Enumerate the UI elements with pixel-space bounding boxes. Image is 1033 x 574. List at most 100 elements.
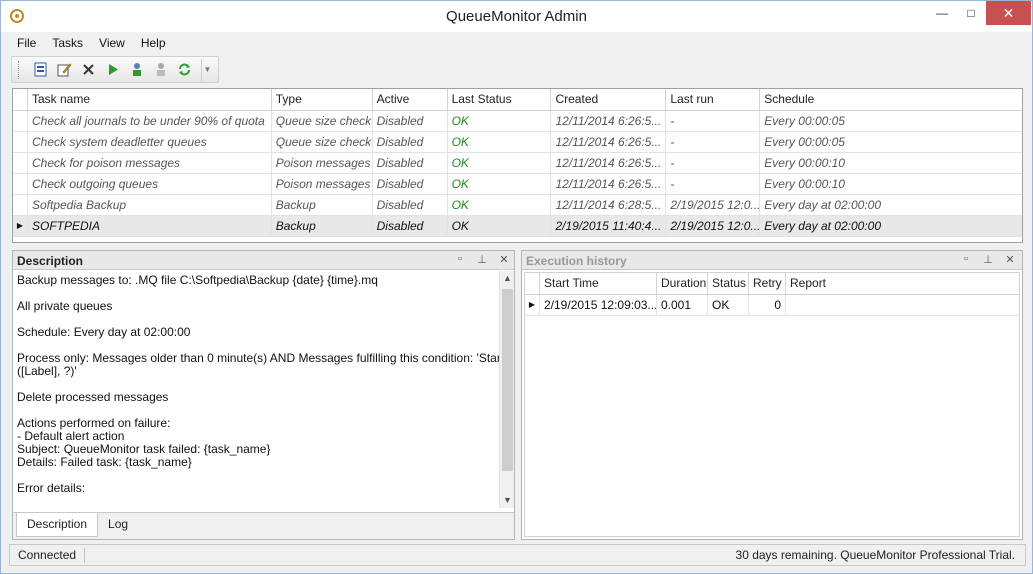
panel-close-button[interactable]: ✕: [497, 253, 511, 266]
description-text[interactable]: Backup messages to: .MQ file C:\Softpedi…: [13, 271, 499, 508]
scroll-thumb[interactable]: [502, 289, 513, 471]
row-indicator: [13, 174, 28, 194]
minimize-button[interactable]: —: [928, 1, 956, 25]
task-name-cell: Softpedia Backup: [28, 195, 272, 215]
task-created-cell: 12/11/2014 6:26:5...: [551, 111, 667, 131]
task-created-cell: 2/19/2015 11:40:4...: [551, 216, 667, 236]
task-name-cell: SOFTPEDIA: [28, 216, 272, 236]
column-header-task-name[interactable]: Task name: [28, 89, 272, 110]
scroll-up-icon[interactable]: ▲: [500, 271, 515, 286]
task-name-cell: Check all journals to be under 90% of qu…: [28, 111, 272, 131]
maximize-button[interactable]: □: [957, 1, 985, 25]
task-type-cell: Backup: [272, 195, 373, 215]
row-indicator-header: [13, 89, 28, 110]
column-header-duration[interactable]: Duration: [657, 273, 708, 294]
panel-close-button[interactable]: ✕: [1003, 253, 1017, 266]
execution-history-title: Execution history: [526, 254, 627, 268]
task-type-cell: Queue size check: [272, 111, 373, 131]
edit-task-button[interactable]: [53, 59, 76, 81]
column-header-report[interactable]: Report: [786, 273, 1019, 294]
row-indicator: [13, 132, 28, 152]
tab-description[interactable]: Description: [16, 513, 99, 537]
task-last-status-cell: OK: [448, 132, 552, 152]
column-header-start-time[interactable]: Start Time: [540, 273, 657, 294]
window-restore-icon: ▫: [964, 253, 968, 265]
description-line: Details: Failed task: {task_name}: [17, 455, 192, 469]
execution-history-panel: Execution history ▫ ⊥ ✕ Start Time Durat…: [521, 250, 1023, 540]
task-last-run-cell: 2/19/2015 12:0...: [666, 195, 761, 215]
task-name-cell: Check outgoing queues: [28, 174, 272, 194]
window-restore-icon: ▫: [458, 253, 462, 265]
execution-duration-cell: 0.001: [657, 295, 708, 315]
delete-task-button[interactable]: [77, 59, 100, 81]
menu-bar: File Tasks View Help: [9, 34, 174, 52]
task-last-status-cell: OK: [448, 111, 552, 131]
description-panel-header: Description ▫ ⊥ ✕: [13, 251, 514, 270]
description-line: Schedule: Every day at 02:00:00: [17, 325, 191, 339]
task-schedule-cell: Every 00:00:05: [764, 135, 845, 149]
run-all-icon: [132, 63, 141, 76]
task-schedule-cell: Every 00:00:10: [764, 156, 845, 170]
toolbar: ▼: [11, 56, 219, 83]
task-last-run-cell: -: [666, 111, 761, 131]
table-row[interactable]: Check all journals to be under 90% of qu…: [13, 111, 1022, 132]
menu-tasks[interactable]: Tasks: [44, 34, 91, 52]
task-active-cell: Disabled: [373, 216, 448, 236]
menu-file[interactable]: File: [9, 34, 44, 52]
column-header-schedule[interactable]: Schedule: [760, 89, 1022, 110]
menu-help[interactable]: Help: [133, 34, 174, 52]
toolbar-grip[interactable]: [18, 60, 22, 79]
description-scrollbar[interactable]: ▲ ▼: [499, 271, 514, 508]
refresh-button[interactable]: [173, 59, 196, 81]
table-row[interactable]: Check outgoing queues Poison messages Di…: [13, 174, 1022, 195]
trial-status: 30 days remaining. QueueMonitor Professi…: [735, 548, 1015, 562]
task-schedule-cell: Every 00:00:05: [764, 114, 845, 128]
column-header-type[interactable]: Type: [272, 89, 373, 110]
panel-maximize-button[interactable]: ▫: [959, 253, 973, 265]
title-bar: QueueMonitor Admin — □ ✕: [1, 1, 1032, 32]
description-line: Delete processed messages: [17, 390, 169, 404]
status-bar: Connected 30 days remaining. QueueMonito…: [9, 544, 1026, 566]
column-header-last-status[interactable]: Last Status: [448, 89, 552, 110]
row-indicator: [13, 195, 28, 215]
menu-view[interactable]: View: [91, 34, 133, 52]
description-line: Process only: Messages older than 0 minu…: [17, 351, 499, 365]
column-header-created[interactable]: Created: [551, 89, 667, 110]
column-header-retry[interactable]: Retry: [749, 273, 786, 294]
run-all-button[interactable]: [125, 59, 148, 81]
table-row[interactable]: Check for poison messages Poison message…: [13, 153, 1022, 174]
minimize-icon: —: [936, 6, 948, 20]
tab-log[interactable]: Log: [98, 513, 138, 537]
stop-icon: [156, 63, 165, 76]
table-row[interactable]: ▶ 2/19/2015 12:09:03... 0.001 OK 0: [525, 295, 1019, 316]
table-row[interactable]: Check system deadletter queues Queue siz…: [13, 132, 1022, 153]
close-button[interactable]: ✕: [986, 1, 1031, 25]
status-separator: [84, 548, 85, 563]
task-grid: Task name Type Active Last Status Create…: [12, 88, 1023, 243]
new-task-button[interactable]: [29, 59, 52, 81]
scroll-down-icon[interactable]: ▼: [500, 493, 515, 508]
description-line: All private queues: [17, 299, 113, 313]
description-panel-title: Description: [17, 254, 84, 268]
panel-pin-button[interactable]: ⊥: [475, 253, 489, 266]
column-header-status[interactable]: Status: [708, 273, 749, 294]
stop-task-button[interactable]: [149, 59, 172, 81]
row-indicator-header: [525, 273, 540, 294]
panel-pin-button[interactable]: ⊥: [981, 253, 995, 266]
task-active-cell: Disabled: [373, 153, 448, 173]
panel-maximize-button[interactable]: ▫: [453, 253, 467, 265]
column-header-active[interactable]: Active: [373, 89, 448, 110]
task-type-cell: Queue size check: [272, 132, 373, 152]
run-task-button[interactable]: [101, 59, 124, 81]
current-row-arrow-icon: ▶: [525, 295, 540, 315]
task-type-cell: Poison messages: [272, 153, 373, 173]
task-schedule-cell: Every 00:00:10: [764, 177, 845, 191]
task-last-status-cell: OK: [448, 153, 552, 173]
task-last-status-cell: OK: [448, 216, 552, 236]
execution-report-cell: [786, 295, 1019, 315]
pin-icon: ⊥: [477, 254, 487, 266]
table-row[interactable]: Softpedia Backup Backup Disabled OK 12/1…: [13, 195, 1022, 216]
toolbar-overflow-button[interactable]: ▼: [201, 58, 213, 81]
column-header-last-run[interactable]: Last run: [666, 89, 761, 110]
table-row-selected[interactable]: ▶ SOFTPEDIA Backup Disabled OK 2/19/2015…: [13, 216, 1022, 237]
